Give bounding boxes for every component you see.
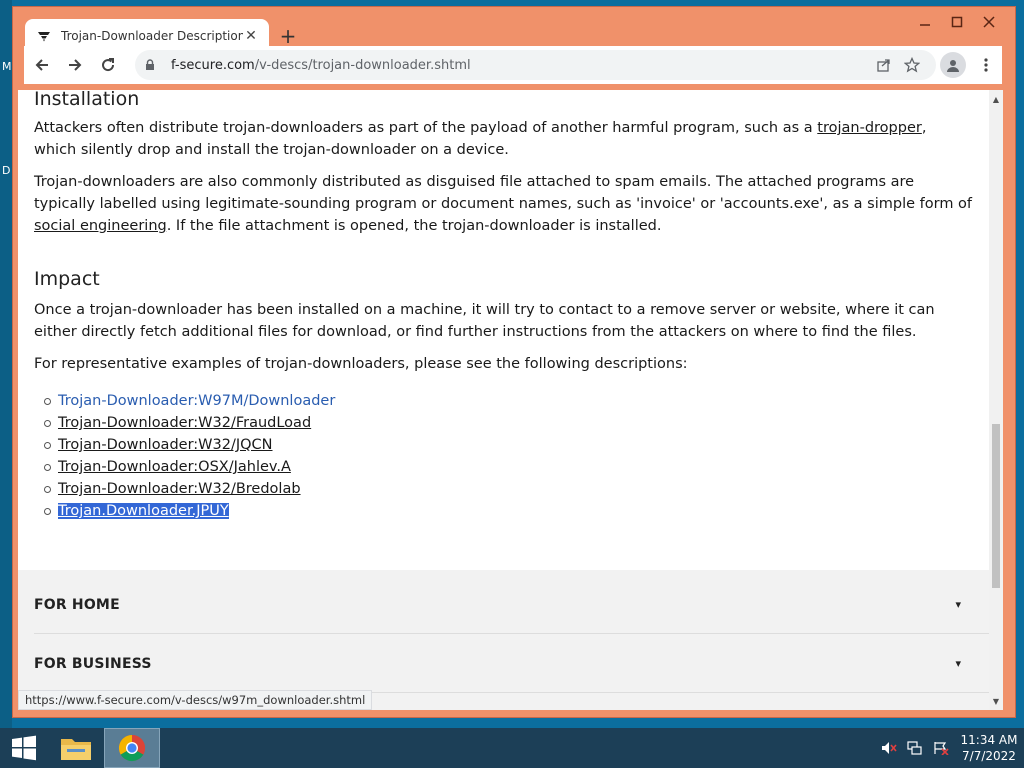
volume-muted-icon[interactable]: [876, 728, 902, 768]
arrow-left-icon: [35, 59, 48, 71]
example-link[interactable]: Trojan-Downloader:OSX/Jahlev.A: [58, 459, 291, 475]
footer-home-label: FOR HOME: [34, 596, 120, 613]
example-link[interactable]: Trojan-Downloader:W97M/Downloader: [58, 393, 335, 409]
impact-heading: Impact: [34, 268, 100, 290]
scroll-down-arrow-icon[interactable]: ▼: [989, 694, 1003, 708]
taskbar: 11:34 AM 7/7/2022: [0, 728, 1024, 768]
page-scrollbar[interactable]: ▲ ▼: [989, 90, 1003, 710]
footer-business-label: FOR BUSINESS: [34, 655, 152, 672]
kebab-menu-icon: [983, 58, 988, 72]
list-item: Trojan-Downloader:W32/JQCN: [44, 434, 335, 456]
file-explorer-taskbar-button[interactable]: [48, 728, 104, 768]
plus-icon: +: [279, 24, 297, 48]
bookmark-star-icon[interactable]: [898, 51, 926, 79]
page-footer: FOR HOME ▾ FOR BUSINESS ▾: [18, 570, 989, 710]
maximize-button[interactable]: [941, 11, 973, 33]
text: Attackers often distribute trojan-downlo…: [34, 120, 818, 136]
network-icon[interactable]: [902, 728, 928, 768]
installation-paragraph-1: Attackers often distribute trojan-downlo…: [34, 117, 969, 161]
list-item: Trojan-Downloader:W32/Bredolab: [44, 478, 335, 500]
arrow-right-icon: [68, 59, 81, 71]
clock-date: 7/7/2022: [962, 749, 1016, 763]
back-button[interactable]: [26, 49, 57, 81]
footer-business-row[interactable]: FOR BUSINESS ▾: [34, 635, 989, 693]
minimize-button[interactable]: [909, 11, 941, 33]
text: Trojan-downloaders are also commonly dis…: [34, 174, 973, 212]
scroll-up-arrow-icon[interactable]: ▲: [989, 92, 1003, 106]
chevron-down-icon: ▾: [955, 598, 961, 611]
trojan-dropper-link[interactable]: trojan-dropper: [817, 120, 922, 136]
folder-icon: [61, 739, 91, 760]
desktop-icon-label[interactable]: D: [2, 164, 10, 177]
minimize-icon: [920, 24, 930, 26]
action-center-flag-icon[interactable]: [928, 728, 954, 768]
list-item: Trojan-Downloader:W32/FraudLoad: [44, 412, 335, 434]
f-secure-favicon-icon: [35, 27, 53, 45]
browser-toolbar: f-secure.com/v-descs/trojan-downloader.s…: [24, 46, 1002, 84]
chrome-icon: [118, 734, 146, 762]
list-item: Trojan-Downloader:OSX/Jahlev.A: [44, 456, 335, 478]
scrollbar-thumb[interactable]: [992, 424, 1000, 588]
desktop-background: [0, 0, 12, 730]
url-host: f-secure.com: [171, 57, 255, 73]
installation-paragraph-2: Trojan-downloaders are also commonly dis…: [34, 171, 974, 237]
examples-list: Trojan-Downloader:W97M/Downloader Trojan…: [44, 390, 335, 522]
avatar-icon: [939, 52, 966, 78]
close-window-button[interactable]: [973, 11, 1005, 33]
chevron-down-icon: ▾: [955, 657, 961, 670]
desktop-icon-label[interactable]: M: [2, 60, 12, 73]
example-link[interactable]: Trojan-Downloader:W32/Bredolab: [58, 481, 301, 497]
text: . If the file attachment is opened, the …: [166, 218, 662, 234]
impact-paragraph-2: For representative examples of trojan-do…: [34, 356, 688, 372]
maximize-icon: [951, 16, 963, 28]
windows-logo-icon: [12, 735, 36, 761]
share-icon[interactable]: [870, 51, 898, 79]
reload-button[interactable]: [92, 49, 123, 81]
tab-close-icon[interactable]: ✕: [243, 28, 259, 44]
address-bar[interactable]: f-secure.com/v-descs/trojan-downloader.s…: [135, 50, 937, 80]
lock-icon[interactable]: [145, 59, 161, 71]
example-link-selected[interactable]: Trojan.Downloader.JPUY: [58, 503, 229, 519]
profile-button[interactable]: [936, 49, 969, 81]
window-controls: [909, 11, 1005, 33]
start-button[interactable]: [0, 728, 48, 768]
url-path: /v-descs/trojan-downloader.shtml: [254, 57, 471, 73]
list-item: Trojan-Downloader:W97M/Downloader: [44, 390, 335, 412]
taskbar-clock[interactable]: 11:34 AM 7/7/2022: [954, 732, 1024, 764]
list-item: Trojan.Downloader.JPUY: [44, 500, 335, 522]
installation-heading: Installation: [34, 90, 140, 110]
close-icon: [983, 16, 995, 28]
system-tray: 11:34 AM 7/7/2022: [876, 728, 1024, 768]
reload-icon: [101, 58, 114, 72]
forward-button[interactable]: [59, 49, 90, 81]
link-status-bar: https://www.f-secure.com/v-descs/w97m_do…: [18, 690, 373, 710]
chrome-taskbar-button[interactable]: [104, 728, 160, 768]
impact-paragraph-1: Once a trojan-downloader has been instal…: [34, 302, 935, 340]
menu-button[interactable]: [969, 49, 1002, 81]
example-link[interactable]: Trojan-Downloader:W32/FraudLoad: [58, 415, 311, 431]
social-engineering-link[interactable]: social engineering: [34, 218, 167, 234]
tab-title: Trojan-Downloader Description | F: [61, 29, 243, 43]
clock-time: 11:34 AM: [960, 733, 1018, 747]
page-viewport: Installation Attackers often distribute …: [18, 90, 989, 710]
example-link[interactable]: Trojan-Downloader:W32/JQCN: [58, 437, 273, 453]
footer-home-row[interactable]: FOR HOME ▾: [34, 576, 989, 634]
